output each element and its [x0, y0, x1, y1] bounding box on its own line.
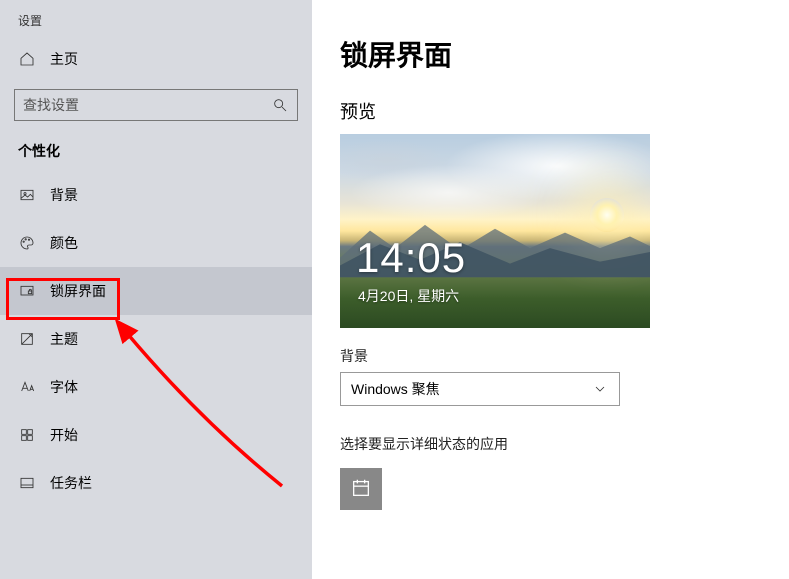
nav-item-colors[interactable]: 颜色: [0, 219, 312, 267]
nav-item-label: 开始: [50, 425, 78, 445]
chevron-down-icon: [591, 380, 609, 398]
dropdown-selected: Windows 聚焦: [351, 379, 440, 399]
search-input[interactable]: [23, 97, 271, 113]
nav-item-label: 主题: [50, 329, 78, 349]
home-icon: [18, 50, 36, 68]
nav-item-fonts[interactable]: 字体: [0, 363, 312, 411]
page-title: 锁屏界面: [340, 34, 761, 74]
background-label: 背景: [340, 346, 761, 366]
background-dropdown[interactable]: Windows 聚焦: [340, 372, 620, 406]
nav-item-label: 背景: [50, 185, 78, 205]
detailed-status-label: 选择要显示详细状态的应用: [340, 434, 761, 454]
search-icon: [271, 96, 289, 114]
nav-item-label: 锁屏界面: [50, 281, 106, 301]
palette-icon: [18, 234, 36, 252]
window-title: 设置: [0, 12, 312, 39]
detailed-status-app-button[interactable]: [340, 468, 382, 510]
nav-home[interactable]: 主页: [0, 39, 312, 79]
nav-item-background[interactable]: 背景: [0, 171, 312, 219]
preview-heading: 预览: [340, 98, 761, 124]
fonts-icon: [18, 378, 36, 396]
main-panel: 锁屏界面 预览 14:05 4月20日, 星期六 背景 Windows 聚焦 选…: [312, 0, 789, 579]
preview-time: 14:05: [356, 234, 466, 282]
calendar-icon: [350, 477, 372, 502]
search-box[interactable]: [14, 89, 298, 121]
settings-sidebar: 设置 主页 个性化 背景 颜色 锁屏界面 主题: [0, 0, 312, 579]
nav-item-themes[interactable]: 主题: [0, 315, 312, 363]
themes-icon: [18, 330, 36, 348]
lockscreen-preview[interactable]: 14:05 4月20日, 星期六: [340, 134, 650, 328]
nav-item-label: 字体: [50, 377, 78, 397]
nav-home-label: 主页: [50, 49, 78, 69]
preview-date: 4月20日, 星期六: [358, 286, 459, 306]
nav-item-lockscreen[interactable]: 锁屏界面: [0, 267, 312, 315]
start-icon: [18, 426, 36, 444]
nav-item-label: 任务栏: [50, 473, 92, 493]
section-title: 个性化: [0, 135, 312, 171]
nav-item-label: 颜色: [50, 233, 78, 253]
nav-item-start[interactable]: 开始: [0, 411, 312, 459]
lockscreen-icon: [18, 282, 36, 300]
nav-item-taskbar[interactable]: 任务栏: [0, 459, 312, 507]
taskbar-icon: [18, 474, 36, 492]
picture-icon: [18, 186, 36, 204]
